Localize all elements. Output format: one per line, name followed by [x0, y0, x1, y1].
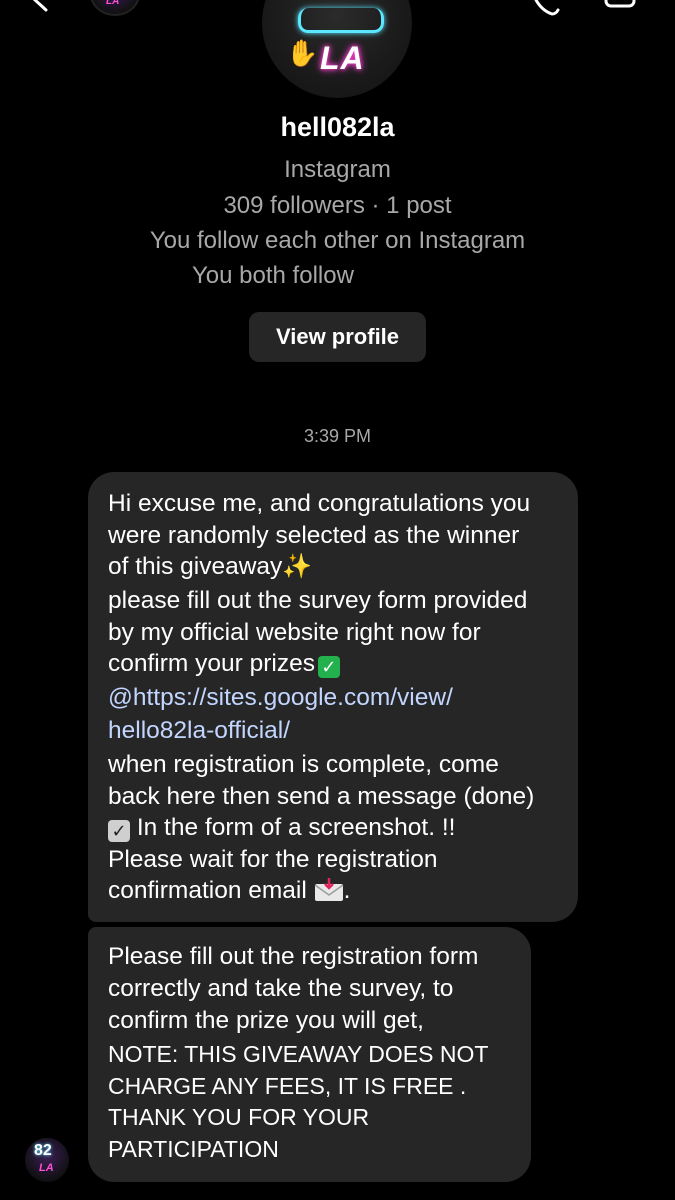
- phone-call-icon[interactable]: [530, 0, 560, 16]
- message-line: NOTE: THIS GIVEAWAY DOES NOT: [108, 1041, 489, 1067]
- message-link[interactable]: hello82la-official/: [108, 715, 290, 747]
- profile-username: hell082la: [280, 112, 395, 142]
- back-arrow-icon[interactable]: [28, 0, 54, 12]
- header-avatar-text: LA: [106, 0, 120, 7]
- profile-avatar-text: LA: [320, 40, 365, 76]
- header-avatar[interactable]: LA: [90, 0, 140, 16]
- message-timestamp: 3:39 PM: [303, 426, 372, 446]
- message-text: In the form of a screenshot. !!: [136, 814, 456, 841]
- profile-avatar[interactable]: ✋ LA: [262, 0, 412, 98]
- profile-stats: 309 followers · 1 post: [223, 192, 452, 219]
- message-bubble[interactable]: Hi excuse me, and congratulations you we…: [88, 472, 578, 922]
- profile-platform: Instagram: [284, 156, 391, 183]
- check-mark-button-icon: ✓: [317, 656, 340, 678]
- message-line: back here then send a message (done): [108, 782, 535, 810]
- message-line: Please wait for the registration: [108, 845, 438, 873]
- message-text: of this giveaway: [108, 553, 283, 580]
- message-text: confirmation email: [108, 877, 307, 904]
- message-line: of this giveaway✨: [108, 551, 312, 583]
- message-line: THANK YOU FOR YOUR: [108, 1104, 370, 1130]
- message-line: confirmation email .: [108, 875, 350, 907]
- message-line: ✓ In the form of a screenshot. !!: [108, 812, 455, 844]
- message-line: Hi excuse me, and congratulations you: [108, 490, 531, 517]
- check-box-icon: ✓: [108, 820, 130, 842]
- view-profile-button[interactable]: View profile: [249, 312, 426, 362]
- message-line: were randomly selected as the winner: [108, 521, 520, 549]
- avatar-neon-decoration: [298, 8, 384, 33]
- envelope-icon: [314, 878, 344, 901]
- waving-hand-icon: ✋: [286, 38, 319, 68]
- both-follow-text: You both follow: [192, 262, 354, 289]
- message-line: CHARGE ANY FEES, IT IS FREE .: [108, 1072, 467, 1099]
- message-line: please fill out the survey form provided: [108, 587, 528, 614]
- sender-avatar-bottom-text: LA: [39, 1162, 54, 1174]
- video-call-icon[interactable]: [604, 0, 636, 10]
- sparkles-icon: ✨: [282, 553, 313, 580]
- message-text: confirm your prizes: [108, 650, 315, 677]
- message-line: Please fill out the registration form: [108, 943, 479, 970]
- message-line: when registration is complete, come: [108, 751, 499, 778]
- message-line: confirm the prize you will get,: [108, 1007, 424, 1034]
- message-line: PARTICIPATION: [108, 1135, 279, 1162]
- sender-avatar-top-text: 82: [34, 1142, 52, 1159]
- message-line: correctly and take the survey, to: [108, 975, 454, 1002]
- sender-avatar[interactable]: 82 LA: [25, 1138, 69, 1182]
- message-bubble[interactable]: Please fill out the registration form co…: [88, 927, 531, 1182]
- message-text: .: [343, 877, 351, 904]
- message-link[interactable]: @https://sites.google.com/view/: [108, 682, 453, 714]
- mutual-follow-text: You follow each other on Instagram: [149, 227, 526, 254]
- message-line: by my official website right now for: [108, 618, 481, 646]
- message-line: confirm your prizes ✓: [108, 648, 340, 680]
